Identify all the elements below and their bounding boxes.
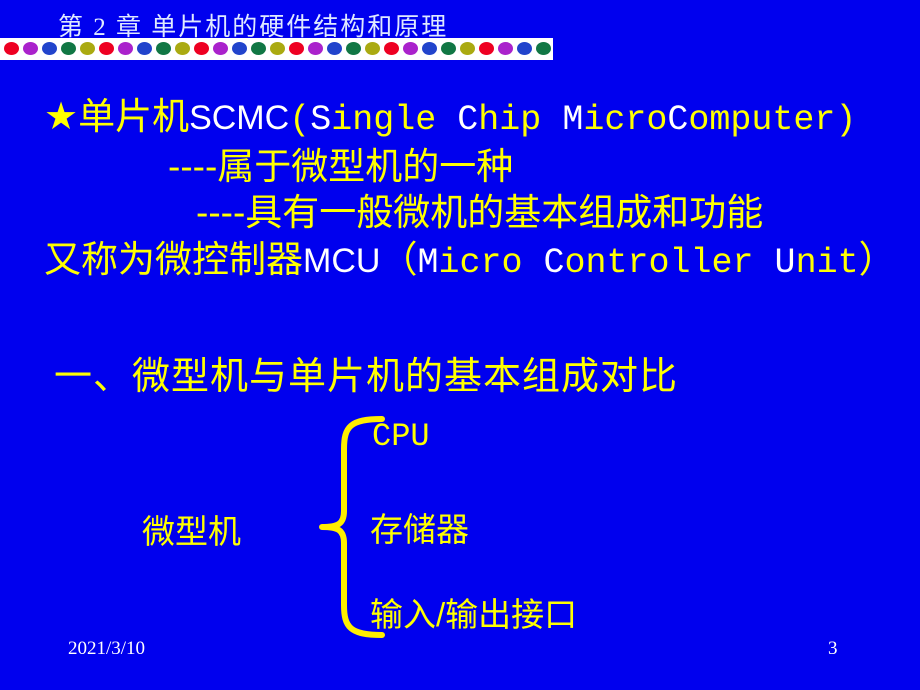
body-line-4-cn: 又称为微控制器 (44, 239, 303, 280)
divider-dot (270, 42, 285, 55)
diagram-branch-io: 输入/输出接口 (370, 596, 578, 633)
word-space (522, 243, 543, 283)
english-capital: C (543, 243, 565, 283)
diagram-branch-memory: 存储器 (370, 511, 469, 548)
body-line-3-cn: 具有一般微机的基本组成和功能 (245, 192, 764, 233)
divider-dot (4, 42, 19, 55)
body-line-1-close-paren: ) (835, 100, 857, 140)
divider-dot (61, 42, 76, 55)
english-lowercase: hip (478, 100, 542, 140)
divider-dot (175, 42, 190, 55)
divider-dot (517, 42, 532, 55)
english-capital: M (562, 100, 584, 140)
word-space (754, 243, 775, 283)
body-line-3: ----具有一般微机的基本组成和功能 (196, 182, 763, 236)
body-line-1-cn: 单片机 (78, 96, 190, 137)
star-icon: ★ (44, 96, 79, 138)
body-line-4: 又称为微控制器MCU（Micro Controller Unit） (44, 229, 896, 283)
body-line-4-open-paren: （ (380, 239, 418, 280)
divider-dot (422, 42, 437, 55)
english-lowercase: ingle (331, 100, 437, 140)
slide-canvas: 第 2 章 单片机的硬件结构和原理 ★单片机SCMC(Single Chip M… (0, 0, 920, 690)
divider-dot (137, 42, 152, 55)
divider-dot (308, 42, 323, 55)
divider-dot (365, 42, 380, 55)
english-capital: M (417, 243, 439, 283)
divider-dot (327, 42, 342, 55)
divider-dot (460, 42, 475, 55)
divider-dot (403, 42, 418, 55)
divider-dot (346, 42, 361, 55)
divider-dot (23, 42, 38, 55)
body-line-1: ★单片机SCMC(Single Chip MicroComputer) (44, 86, 856, 140)
section-heading: 一、微型机与单片机的基本组成对比 (54, 356, 679, 398)
body-line-4-english: Micro Controller Unit (417, 243, 858, 283)
footer-page-number: 3 (828, 638, 838, 659)
body-line-2-dashes: ---- (168, 146, 218, 187)
divider-dot (289, 42, 304, 55)
divider-dot (213, 42, 228, 55)
divider-dot (194, 42, 209, 55)
divider-dot (232, 42, 247, 55)
english-lowercase: ontroller (564, 243, 754, 283)
body-line-1-acronym: SCMC (189, 99, 290, 137)
divider-dot (118, 42, 133, 55)
divider-dot (479, 42, 494, 55)
english-capital: C (457, 100, 479, 140)
body-line-1-open-paren: ( (289, 100, 311, 140)
english-lowercase: nit (795, 243, 859, 283)
divider-dot (498, 42, 513, 55)
divider-dot (80, 42, 95, 55)
body-line-3-dashes: ---- (196, 192, 246, 233)
body-line-4-close-paren: ） (858, 239, 896, 280)
english-lowercase: omputer (688, 100, 836, 140)
divider-dot (441, 42, 456, 55)
body-line-1-english: Single Chip MicroComputer (310, 100, 835, 140)
divider-dot (99, 42, 114, 55)
divider-dot (251, 42, 266, 55)
body-line-2-cn: 属于微型机的一种 (217, 146, 514, 187)
divider-dot (156, 42, 171, 55)
diagram-root-label: 微型机 (142, 513, 241, 550)
english-capital: S (310, 100, 332, 140)
english-lowercase: icro (438, 243, 523, 283)
dotted-divider-bar (0, 38, 553, 60)
footer-date: 2021/3/10 (68, 638, 146, 659)
word-space (541, 100, 562, 140)
divider-dot (536, 42, 551, 55)
english-capital: U (774, 243, 796, 283)
divider-dot (42, 42, 57, 55)
english-lowercase: icro (583, 100, 668, 140)
word-space (436, 100, 457, 140)
diagram-branch-cpu: CPU (372, 418, 430, 455)
english-capital: C (667, 100, 689, 140)
divider-dot (384, 42, 399, 55)
body-line-4-acronym: MCU (303, 242, 381, 280)
